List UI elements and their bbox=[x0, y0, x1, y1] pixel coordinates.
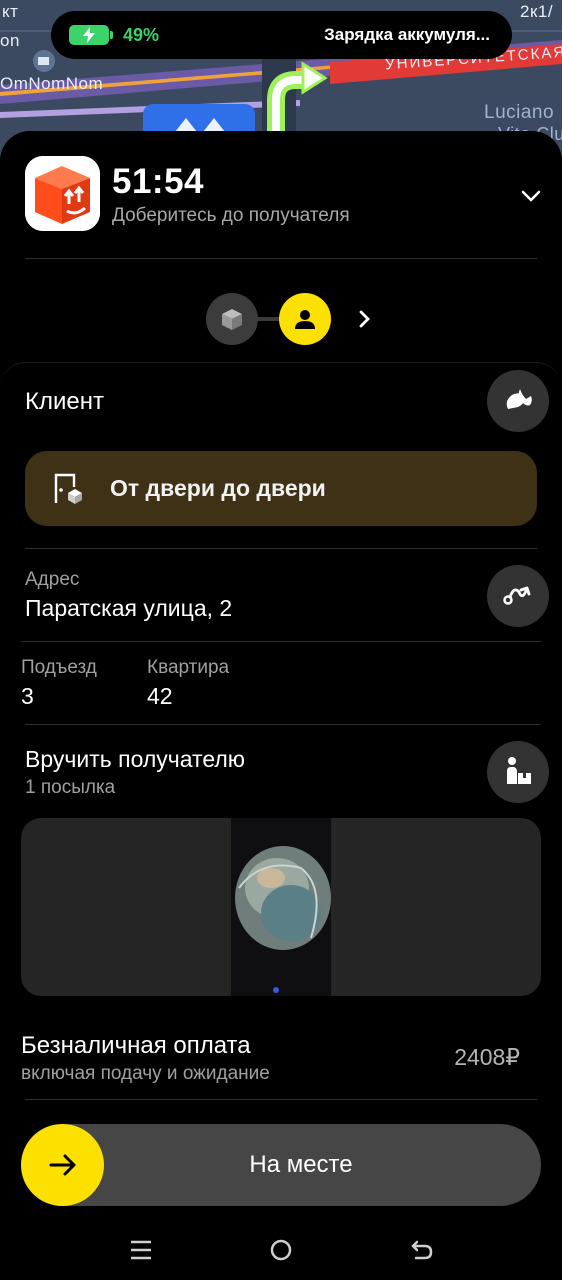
apartment-value: 42 bbox=[147, 683, 173, 709]
entrance-value: 3 bbox=[21, 683, 34, 709]
order-header-card: 51:54 Доберитесь до получателя bbox=[0, 131, 562, 357]
slider-knob[interactable] bbox=[21, 1124, 104, 1206]
order-progress-steps bbox=[206, 293, 376, 345]
entrance-label: Подъезд bbox=[21, 657, 97, 678]
map-label: 2к1/ bbox=[520, 2, 554, 21]
map-label: OmNomNom bbox=[0, 74, 104, 93]
chevron-right-icon[interactable] bbox=[352, 307, 376, 331]
charging-text: Зарядка аккумуля... bbox=[324, 25, 490, 44]
recent-apps-icon[interactable] bbox=[127, 1236, 155, 1264]
map-label: Luciano bbox=[484, 102, 555, 123]
delivery-app-icon bbox=[25, 156, 100, 231]
divider bbox=[25, 548, 537, 549]
route-button[interactable] bbox=[487, 565, 549, 627]
divider bbox=[25, 258, 537, 259]
phone-chat-icon bbox=[506, 389, 532, 409]
arrived-slider[interactable]: На месте bbox=[21, 1124, 541, 1206]
parcel-count: 1 посылка bbox=[25, 777, 116, 798]
arrow-right-icon bbox=[49, 1154, 75, 1176]
payment-subtitle: включая подачу и ожидание bbox=[21, 1063, 270, 1084]
route-icon bbox=[503, 586, 531, 605]
handover-title: Вручить получателю bbox=[25, 746, 246, 772]
door-to-door-badge[interactable]: От двери до двери bbox=[25, 451, 537, 526]
divider bbox=[21, 641, 541, 642]
system-navigation-bar bbox=[0, 1222, 562, 1280]
door-box-icon bbox=[54, 473, 82, 504]
call-client-button[interactable] bbox=[487, 370, 549, 432]
map-label: on bbox=[0, 31, 20, 50]
payment-title: Безналичная оплата bbox=[21, 1032, 251, 1059]
person-parcel-icon bbox=[507, 757, 531, 784]
handover-button[interactable] bbox=[487, 741, 549, 803]
home-icon[interactable] bbox=[267, 1236, 295, 1264]
package-step-icon[interactable] bbox=[206, 293, 258, 345]
battery-percent: 49% bbox=[123, 24, 160, 45]
order-details-card: Клиент От двери до двери Адрес Паратская… bbox=[0, 362, 562, 1008]
divider bbox=[25, 1099, 537, 1100]
address-label: Адрес bbox=[25, 569, 80, 590]
parcel-photo-image bbox=[231, 818, 331, 996]
back-icon[interactable] bbox=[408, 1236, 436, 1264]
chevron-down-icon[interactable] bbox=[516, 181, 546, 211]
eta-timer: 51:54 bbox=[112, 162, 205, 201]
recipient-step-icon[interactable] bbox=[279, 293, 331, 345]
eta-subtitle: Доберитесь до получателя bbox=[112, 205, 350, 226]
payment-amount: 2408₽ bbox=[454, 1044, 520, 1070]
apartment-label: Квартира bbox=[147, 657, 230, 678]
door-to-door-label: От двери до двери bbox=[110, 475, 326, 501]
divider bbox=[25, 724, 541, 725]
charging-notification[interactable]: 49% Зарядка аккумуля... bbox=[51, 11, 512, 59]
map-label: кт bbox=[2, 2, 19, 21]
address-value: Паратская улица, 2 bbox=[25, 595, 233, 621]
battery-icon bbox=[69, 25, 113, 45]
parcel-photo[interactable] bbox=[21, 818, 541, 996]
client-title: Клиент bbox=[25, 388, 104, 415]
